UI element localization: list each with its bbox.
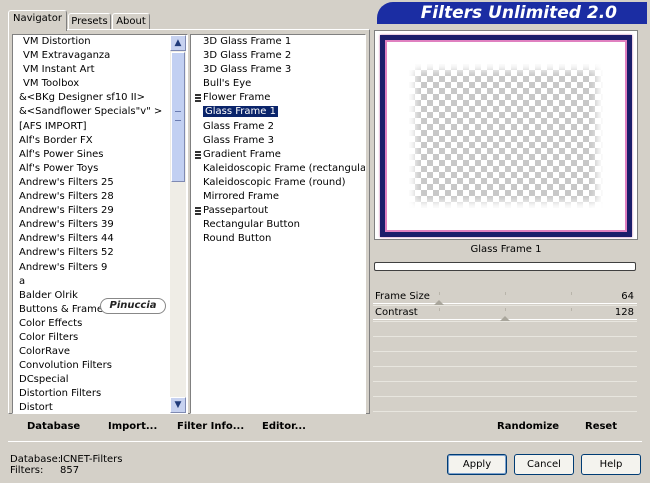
filter-item[interactable]: Glass Frame 3 xyxy=(191,134,365,148)
filters-count-info: Filters: 857 xyxy=(10,465,80,476)
filter-item[interactable]: 3D Glass Frame 2 xyxy=(191,49,365,63)
category-item[interactable]: VM Extravaganza xyxy=(13,49,187,63)
category-item[interactable]: VM Distortion xyxy=(13,35,187,49)
category-item[interactable]: Alf's Border FX xyxy=(13,134,187,148)
category-item[interactable]: Andrew's Filters 44 xyxy=(13,232,187,246)
parameter-sliders: Frame Size 64 Contrast 128 xyxy=(373,290,637,412)
watermark-badge: Pinuccia xyxy=(100,298,166,314)
category-item[interactable]: VM Instant Art xyxy=(13,63,187,77)
param-label: Contrast xyxy=(375,307,418,318)
editor-button[interactable]: Editor... xyxy=(262,421,306,432)
app-title: Filters Unlimited 2.0 xyxy=(377,2,647,24)
filter-item[interactable]: Round Button xyxy=(191,232,365,246)
param-label: Frame Size xyxy=(375,291,430,302)
param-value: 128 xyxy=(614,307,634,318)
category-item[interactable]: Color Filters xyxy=(13,331,187,345)
category-scrollbar[interactable]: ▲ ▼ xyxy=(170,35,186,413)
filter-item[interactable]: 3D Glass Frame 1 xyxy=(191,35,365,49)
empty-param-row xyxy=(373,322,637,337)
param-slider[interactable]: Frame Size 64 xyxy=(373,290,637,306)
tab-navigator[interactable]: Navigator xyxy=(8,10,67,31)
category-item[interactable]: Andrew's Filters 25 xyxy=(13,176,187,190)
filter-group-item[interactable]: Flower Frame xyxy=(191,91,365,105)
filter-item[interactable]: Mirrored Frame xyxy=(191,190,365,204)
category-item[interactable]: Andrew's Filters 39 xyxy=(13,218,187,232)
progress-bar xyxy=(374,262,636,271)
tab-presets[interactable]: Presets xyxy=(68,13,111,30)
transparency-checkerboard xyxy=(409,64,603,208)
filter-info-button[interactable]: Filter Info... xyxy=(177,421,244,432)
filter-list[interactable]: 3D Glass Frame 1 3D Glass Frame 2 3D Glass… xyxy=(190,34,366,414)
filter-group-item[interactable]: Gradient Frame xyxy=(191,148,365,162)
group-grip-icon xyxy=(195,94,201,103)
reset-button[interactable]: Reset xyxy=(585,421,617,432)
category-item[interactable]: Color Effects xyxy=(13,317,187,331)
empty-param-row xyxy=(373,367,637,382)
slider-tick xyxy=(571,292,572,295)
preview-area xyxy=(374,30,638,240)
slider-tick xyxy=(439,292,440,295)
category-item[interactable]: ColorRave xyxy=(13,345,187,359)
scroll-up-button[interactable]: ▲ xyxy=(170,35,186,51)
database-info: Database: ICNET-Filters xyxy=(10,454,123,465)
current-filter-name: Glass Frame 1 xyxy=(470,244,542,255)
filter-item[interactable]: Bull's Eye xyxy=(191,77,365,91)
scroll-thumb[interactable] xyxy=(171,52,185,182)
import-button[interactable]: Import... xyxy=(108,421,157,432)
category-item[interactable]: Andrew's Filters 9 xyxy=(13,261,187,275)
category-item[interactable]: Distortion Filters xyxy=(13,387,187,401)
param-slider[interactable]: Contrast 128 xyxy=(373,306,637,322)
randomize-button[interactable]: Randomize xyxy=(497,421,559,432)
category-item[interactable]: &<BKg Designer sf10 II> xyxy=(13,91,187,105)
group-grip-icon xyxy=(195,207,201,216)
empty-param-row xyxy=(373,382,637,397)
category-item[interactable]: Alf's Power Toys xyxy=(13,162,187,176)
category-item[interactable]: Andrew's Filters 28 xyxy=(13,190,187,204)
filter-item[interactable]: Kaleidoscopic Frame (round) xyxy=(191,176,365,190)
category-item[interactable]: Alf's Power Sines xyxy=(13,148,187,162)
tab-about[interactable]: About xyxy=(112,13,150,30)
divider xyxy=(8,441,642,442)
category-item[interactable]: Andrew's Filters 29 xyxy=(13,204,187,218)
category-item[interactable]: Convolution Filters xyxy=(13,359,187,373)
category-item[interactable]: VM Toolbox xyxy=(13,77,187,91)
category-item[interactable]: Andrew's Filters 52 xyxy=(13,246,187,260)
category-item[interactable]: &<Sandflower Specials"v" > xyxy=(13,105,187,119)
database-button[interactable]: Database xyxy=(27,421,80,432)
category-item[interactable]: Distort xyxy=(13,401,187,413)
category-item[interactable]: a xyxy=(13,275,187,289)
group-grip-icon xyxy=(195,150,201,159)
empty-param-row xyxy=(373,397,637,412)
help-button[interactable]: Help xyxy=(581,454,641,475)
filter-item[interactable]: 3D Glass Frame 3 xyxy=(191,63,365,77)
filter-item[interactable]: Kaleidoscopic Frame (rectangular) xyxy=(191,162,365,176)
slider-thumb[interactable] xyxy=(434,300,444,305)
filter-item[interactable]: Glass Frame 2 xyxy=(191,120,365,134)
category-list[interactable]: VM Distortion VM Extravaganza VM Instant A… xyxy=(12,34,188,414)
preview-frame-effect xyxy=(380,35,632,237)
category-item[interactable]: [AFS IMPORT] xyxy=(13,120,187,134)
slider-tick xyxy=(571,308,572,311)
slider-tick xyxy=(439,308,440,311)
filter-item[interactable]: Glass Frame 1 xyxy=(191,105,365,119)
empty-param-row xyxy=(373,352,637,367)
empty-param-row xyxy=(373,337,637,352)
cancel-button[interactable]: Cancel xyxy=(514,454,574,475)
apply-button[interactable]: Apply xyxy=(447,454,507,475)
slider-thumb[interactable] xyxy=(500,316,510,321)
param-value: 64 xyxy=(621,291,634,302)
slider-tick xyxy=(505,308,506,311)
category-item[interactable]: DCspecial xyxy=(13,373,187,387)
filter-item[interactable]: Rectangular Button xyxy=(191,218,365,232)
scroll-down-button[interactable]: ▼ xyxy=(170,397,186,413)
filter-group-item[interactable]: Passepartout xyxy=(191,204,365,218)
slider-tick xyxy=(505,292,506,295)
slider-track xyxy=(373,303,637,304)
